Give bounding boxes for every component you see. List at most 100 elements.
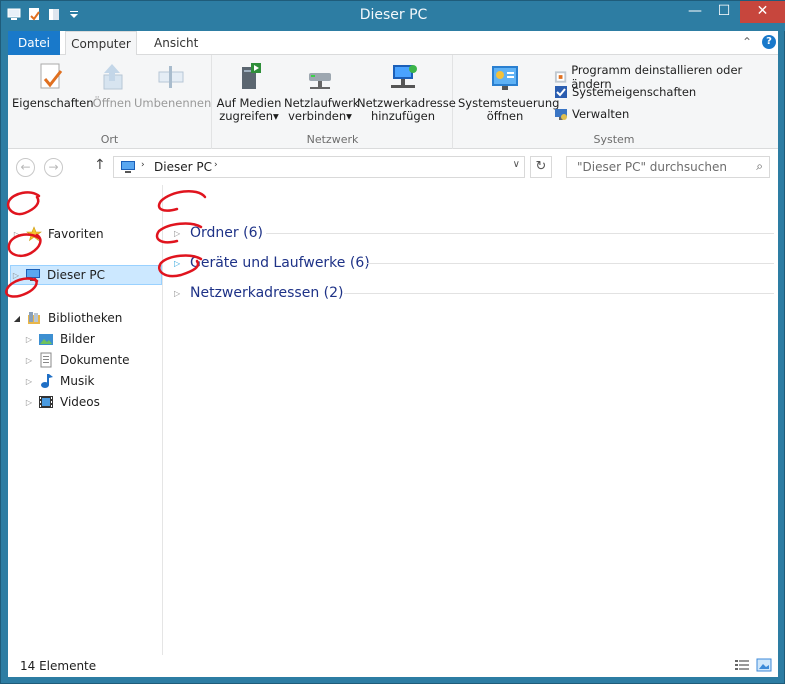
breadcrumb-dieser-pc[interactable]: Dieser PC: [154, 160, 212, 174]
control-panel-icon: [492, 66, 518, 90]
tab-view[interactable]: Ansicht: [144, 31, 208, 55]
rename-icon: [158, 66, 184, 88]
netaddr-label-2: hinzufügen: [370, 109, 436, 123]
item-count: 14 Elemente: [20, 659, 97, 673]
manage-icon: [555, 109, 567, 120]
open-button[interactable]: Öffnen: [90, 61, 134, 110]
map-network-drive-button[interactable]: Netzlaufwerk verbinden▾: [284, 61, 359, 123]
back-button[interactable]: ←: [16, 158, 35, 177]
close-button[interactable]: ✕: [740, 1, 785, 23]
ribbon: Eigenschaften Öffnen Umbenennen Ort Auf …: [8, 55, 778, 149]
large-icons-view-icon[interactable]: [756, 658, 772, 672]
maximize-button[interactable]: ☐: [709, 1, 739, 23]
group-divider: [266, 233, 774, 234]
libraries-icon: [28, 312, 40, 324]
group-label-system: System: [593, 133, 635, 146]
view-toggle: [734, 658, 772, 672]
star-icon: [26, 226, 42, 242]
computer-icon: [26, 269, 40, 281]
expand-arrow-icon[interactable]: ▷: [12, 230, 22, 239]
open-icon: [103, 64, 123, 90]
search-box[interactable]: "Dieser PC" durchsuchen ⌕: [566, 156, 770, 178]
expand-arrow-icon[interactable]: ▷: [174, 289, 182, 298]
help-icon[interactable]: ?: [762, 35, 776, 49]
media-label-1: Auf Medien: [216, 96, 282, 110]
tab-computer[interactable]: Computer: [65, 31, 137, 56]
group-header-geraete[interactable]: ▷ Geräte und Laufwerke (6): [174, 253, 774, 273]
nav-item-dieser-pc[interactable]: ▷ Dieser PC: [10, 265, 162, 285]
tab-file[interactable]: Datei: [8, 31, 60, 55]
nav-label-music: Musik: [60, 374, 95, 388]
control-panel-button[interactable]: Systemsteuerung öffnen: [458, 61, 559, 123]
expand-arrow-icon[interactable]: ▷: [24, 377, 34, 386]
group-header-netzwerkadressen[interactable]: ▷ Netzwerkadressen (2): [174, 283, 774, 303]
documents-icon: [40, 352, 52, 368]
properties-label: Eigenschaften: [12, 96, 94, 110]
group-netzwerk: Auf Medien zugreifen▾ Netzlaufwerk verbi…: [213, 55, 456, 149]
netdrive-dropdown-icon: ▾: [346, 109, 352, 123]
sysprops-label: Systemeigenschaften: [572, 85, 697, 99]
computer-icon: [121, 161, 135, 173]
up-button[interactable]: ↑: [94, 157, 106, 173]
group-label: Geräte und Laufwerke (6): [190, 255, 370, 271]
group-divider: [344, 293, 774, 294]
nav-item-libraries[interactable]: ◢ Bibliotheken: [12, 308, 162, 328]
details-view-icon[interactable]: [734, 658, 750, 672]
group-header-ordner[interactable]: ▷ Ordner (6): [174, 223, 774, 243]
nav-item-favorites[interactable]: ▷ Favoriten: [12, 224, 162, 244]
system-properties-button[interactable]: Systemeigenschaften: [554, 85, 696, 99]
title-bar[interactable]: Dieser PC — ☐ ✕: [1, 1, 785, 31]
properties-button[interactable]: Eigenschaften: [12, 61, 94, 110]
manage-button[interactable]: Verwalten: [554, 107, 629, 121]
pictures-icon: [39, 334, 53, 345]
expand-arrow-icon[interactable]: ▷: [11, 271, 21, 280]
refresh-button[interactable]: ↻: [530, 156, 552, 178]
content-pane: ▷ Ordner (6) ▷ Geräte und Laufwerke (6) …: [164, 185, 778, 655]
expand-arrow-icon[interactable]: ▷: [24, 398, 34, 407]
breadcrumb-chevron[interactable]: ›: [141, 160, 145, 170]
ribbon-collapse-icon[interactable]: ⌃: [742, 35, 752, 49]
nav-item-videos[interactable]: ▷ Videos: [24, 392, 162, 412]
window-title: Dieser PC: [359, 7, 428, 23]
breadcrumb-chevron-2[interactable]: ›: [214, 160, 218, 170]
navigation-pane: ▷ Favoriten ▷ Dieser PC ◢ Bibliotheken ▷…: [8, 185, 163, 655]
expand-arrow-icon[interactable]: ▷: [174, 259, 182, 268]
add-network-location-button[interactable]: Netzwerkadresse hinzufügen: [357, 61, 456, 123]
media-access-button[interactable]: Auf Medien zugreifen▾: [215, 61, 283, 123]
expand-arrow-icon[interactable]: ▷: [24, 356, 34, 365]
nav-label-libraries: Bibliotheken: [48, 311, 123, 325]
search-icon[interactable]: ⌕: [756, 159, 763, 174]
nav-item-music[interactable]: ▷ Musik: [24, 371, 162, 391]
nav-label-favorites: Favoriten: [48, 227, 104, 241]
explorer-window: Dieser PC — ☐ ✕ Datei Computer Ansicht ⌃…: [0, 0, 785, 684]
network-location-icon: [391, 65, 417, 88]
media-label-2: zugreifen: [219, 109, 273, 123]
group-ort: Eigenschaften Öffnen Umbenennen Ort: [8, 55, 212, 149]
address-dropdown-icon[interactable]: ∨: [513, 159, 520, 170]
nav-item-pictures[interactable]: ▷ Bilder: [24, 329, 162, 349]
manage-label: Verwalten: [572, 107, 630, 121]
nav-label-dieser-pc: Dieser PC: [47, 268, 105, 282]
control-label-2: öffnen: [486, 109, 524, 123]
group-system: Systemsteuerung öffnen Programm deinstal…: [454, 55, 774, 149]
rename-button[interactable]: Umbenennen: [134, 61, 211, 110]
group-label-netzwerk: Netzwerk: [306, 133, 359, 146]
nav-item-documents[interactable]: ▷ Dokumente: [24, 350, 162, 370]
open-label: Öffnen: [92, 96, 132, 110]
netaddr-label-1: Netzwerkadresse: [357, 96, 456, 110]
forward-button[interactable]: →: [44, 158, 63, 177]
minimize-button[interactable]: —: [680, 1, 710, 23]
address-row: ← → ↑ › Dieser PC › ∨ ↻ "Dieser PC" durc…: [8, 149, 778, 185]
collapse-arrow-icon[interactable]: ◢: [12, 314, 22, 323]
uninstall-icon: [554, 71, 567, 83]
status-bar: 14 Elemente: [8, 655, 778, 677]
nav-label-pictures: Bilder: [60, 332, 95, 346]
address-bar[interactable]: › Dieser PC › ∨: [113, 156, 525, 178]
netdrive-label-2: verbinden: [288, 109, 347, 123]
videos-icon: [39, 396, 53, 408]
media-dropdown-icon: ▾: [273, 109, 279, 123]
group-label: Netzwerkadressen (2): [190, 285, 344, 301]
expand-arrow-icon[interactable]: ▷: [24, 335, 34, 344]
group-label-ort: Ort: [100, 133, 119, 146]
expand-arrow-icon[interactable]: ▷: [174, 229, 182, 238]
